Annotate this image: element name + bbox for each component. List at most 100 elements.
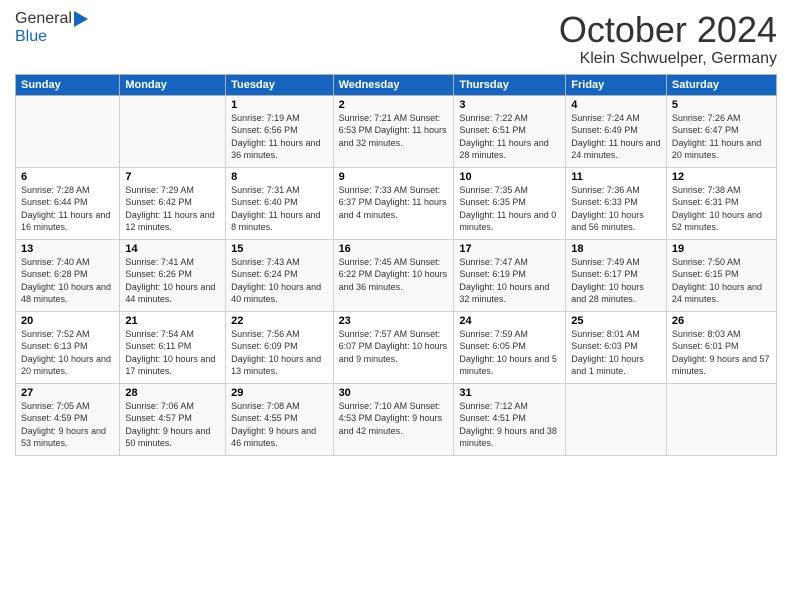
day-number: 11 [571, 171, 661, 183]
day-number: 30 [339, 387, 449, 399]
calendar-header-row: Sunday Monday Tuesday Wednesday Thursday… [16, 74, 777, 95]
day-info: Sunrise: 7:28 AM Sunset: 6:44 PM Dayligh… [21, 184, 114, 234]
table-row [120, 95, 226, 167]
calendar-week-row: 6Sunrise: 7:28 AM Sunset: 6:44 PM Daylig… [16, 167, 777, 239]
day-info: Sunrise: 7:12 AM Sunset: 4:51 PM Dayligh… [459, 400, 560, 450]
day-number: 10 [459, 171, 560, 183]
day-number: 14 [125, 243, 220, 255]
table-row: 27Sunrise: 7:05 AM Sunset: 4:59 PM Dayli… [16, 383, 120, 455]
table-row [16, 95, 120, 167]
col-sunday: Sunday [16, 74, 120, 95]
day-number: 8 [231, 171, 327, 183]
table-row [566, 383, 667, 455]
day-info: Sunrise: 7:57 AM Sunset: 6:07 PM Dayligh… [339, 328, 449, 366]
table-row: 26Sunrise: 8:03 AM Sunset: 6:01 PM Dayli… [666, 311, 776, 383]
table-row [666, 383, 776, 455]
day-info: Sunrise: 7:40 AM Sunset: 6:28 PM Dayligh… [21, 256, 114, 306]
day-info: Sunrise: 8:03 AM Sunset: 6:01 PM Dayligh… [672, 328, 771, 378]
day-number: 17 [459, 243, 560, 255]
calendar-week-row: 1Sunrise: 7:19 AM Sunset: 6:56 PM Daylig… [16, 95, 777, 167]
table-row: 14Sunrise: 7:41 AM Sunset: 6:26 PM Dayli… [120, 239, 226, 311]
location-title: Klein Schwuelper, Germany [559, 50, 777, 68]
table-row: 16Sunrise: 7:45 AM Sunset: 6:22 PM Dayli… [333, 239, 454, 311]
day-info: Sunrise: 7:38 AM Sunset: 6:31 PM Dayligh… [672, 184, 771, 234]
day-info: Sunrise: 7:29 AM Sunset: 6:42 PM Dayligh… [125, 184, 220, 234]
col-tuesday: Tuesday [226, 74, 333, 95]
day-number: 18 [571, 243, 661, 255]
col-wednesday: Wednesday [333, 74, 454, 95]
day-info: Sunrise: 7:06 AM Sunset: 4:57 PM Dayligh… [125, 400, 220, 450]
table-row: 5Sunrise: 7:26 AM Sunset: 6:47 PM Daylig… [666, 95, 776, 167]
table-row: 30Sunrise: 7:10 AM Sunset: 4:53 PM Dayli… [333, 383, 454, 455]
table-row: 12Sunrise: 7:38 AM Sunset: 6:31 PM Dayli… [666, 167, 776, 239]
day-number: 19 [672, 243, 771, 255]
day-info: Sunrise: 7:54 AM Sunset: 6:11 PM Dayligh… [125, 328, 220, 378]
header: General Blue October 2024 Klein Schwuelp… [15, 10, 777, 68]
logo-general-text: General [15, 10, 72, 28]
table-row: 10Sunrise: 7:35 AM Sunset: 6:35 PM Dayli… [454, 167, 566, 239]
day-number: 16 [339, 243, 449, 255]
day-info: Sunrise: 7:50 AM Sunset: 6:15 PM Dayligh… [672, 256, 771, 306]
day-info: Sunrise: 7:59 AM Sunset: 6:05 PM Dayligh… [459, 328, 560, 378]
day-info: Sunrise: 7:56 AM Sunset: 6:09 PM Dayligh… [231, 328, 327, 378]
day-info: Sunrise: 7:22 AM Sunset: 6:51 PM Dayligh… [459, 112, 560, 162]
table-row: 9Sunrise: 7:33 AM Sunset: 6:37 PM Daylig… [333, 167, 454, 239]
day-info: Sunrise: 7:36 AM Sunset: 6:33 PM Dayligh… [571, 184, 661, 234]
calendar-week-row: 27Sunrise: 7:05 AM Sunset: 4:59 PM Dayli… [16, 383, 777, 455]
table-row: 3Sunrise: 7:22 AM Sunset: 6:51 PM Daylig… [454, 95, 566, 167]
day-info: Sunrise: 7:19 AM Sunset: 6:56 PM Dayligh… [231, 112, 327, 162]
day-number: 13 [21, 243, 114, 255]
calendar-week-row: 20Sunrise: 7:52 AM Sunset: 6:13 PM Dayli… [16, 311, 777, 383]
table-row: 20Sunrise: 7:52 AM Sunset: 6:13 PM Dayli… [16, 311, 120, 383]
table-row: 28Sunrise: 7:06 AM Sunset: 4:57 PM Dayli… [120, 383, 226, 455]
table-row: 17Sunrise: 7:47 AM Sunset: 6:19 PM Dayli… [454, 239, 566, 311]
table-row: 25Sunrise: 8:01 AM Sunset: 6:03 PM Dayli… [566, 311, 667, 383]
day-number: 28 [125, 387, 220, 399]
table-row: 13Sunrise: 7:40 AM Sunset: 6:28 PM Dayli… [16, 239, 120, 311]
day-info: Sunrise: 7:21 AM Sunset: 6:53 PM Dayligh… [339, 112, 449, 150]
day-info: Sunrise: 7:47 AM Sunset: 6:19 PM Dayligh… [459, 256, 560, 306]
table-row: 11Sunrise: 7:36 AM Sunset: 6:33 PM Dayli… [566, 167, 667, 239]
table-row: 22Sunrise: 7:56 AM Sunset: 6:09 PM Dayli… [226, 311, 333, 383]
day-number: 5 [672, 99, 771, 111]
table-row: 1Sunrise: 7:19 AM Sunset: 6:56 PM Daylig… [226, 95, 333, 167]
table-row: 23Sunrise: 7:57 AM Sunset: 6:07 PM Dayli… [333, 311, 454, 383]
day-number: 26 [672, 315, 771, 327]
day-number: 22 [231, 315, 327, 327]
day-info: Sunrise: 7:41 AM Sunset: 6:26 PM Dayligh… [125, 256, 220, 306]
day-number: 24 [459, 315, 560, 327]
day-number: 25 [571, 315, 661, 327]
day-info: Sunrise: 7:43 AM Sunset: 6:24 PM Dayligh… [231, 256, 327, 306]
day-number: 23 [339, 315, 449, 327]
day-number: 21 [125, 315, 220, 327]
day-info: Sunrise: 7:31 AM Sunset: 6:40 PM Dayligh… [231, 184, 327, 234]
table-row: 6Sunrise: 7:28 AM Sunset: 6:44 PM Daylig… [16, 167, 120, 239]
day-info: Sunrise: 7:45 AM Sunset: 6:22 PM Dayligh… [339, 256, 449, 294]
day-info: Sunrise: 8:01 AM Sunset: 6:03 PM Dayligh… [571, 328, 661, 378]
day-number: 12 [672, 171, 771, 183]
day-info: Sunrise: 7:26 AM Sunset: 6:47 PM Dayligh… [672, 112, 771, 162]
day-info: Sunrise: 7:10 AM Sunset: 4:53 PM Dayligh… [339, 400, 449, 438]
col-thursday: Thursday [454, 74, 566, 95]
day-number: 9 [339, 171, 449, 183]
day-info: Sunrise: 7:33 AM Sunset: 6:37 PM Dayligh… [339, 184, 449, 222]
table-row: 21Sunrise: 7:54 AM Sunset: 6:11 PM Dayli… [120, 311, 226, 383]
day-number: 4 [571, 99, 661, 111]
col-saturday: Saturday [666, 74, 776, 95]
day-number: 29 [231, 387, 327, 399]
col-monday: Monday [120, 74, 226, 95]
month-title: October 2024 [559, 10, 777, 50]
day-number: 31 [459, 387, 560, 399]
day-number: 7 [125, 171, 220, 183]
table-row: 2Sunrise: 7:21 AM Sunset: 6:53 PM Daylig… [333, 95, 454, 167]
day-number: 15 [231, 243, 327, 255]
table-row: 4Sunrise: 7:24 AM Sunset: 6:49 PM Daylig… [566, 95, 667, 167]
day-number: 27 [21, 387, 114, 399]
table-row: 7Sunrise: 7:29 AM Sunset: 6:42 PM Daylig… [120, 167, 226, 239]
calendar-table: Sunday Monday Tuesday Wednesday Thursday… [15, 74, 777, 456]
day-info: Sunrise: 7:49 AM Sunset: 6:17 PM Dayligh… [571, 256, 661, 306]
day-number: 6 [21, 171, 114, 183]
table-row: 8Sunrise: 7:31 AM Sunset: 6:40 PM Daylig… [226, 167, 333, 239]
day-number: 2 [339, 99, 449, 111]
day-info: Sunrise: 7:08 AM Sunset: 4:55 PM Dayligh… [231, 400, 327, 450]
